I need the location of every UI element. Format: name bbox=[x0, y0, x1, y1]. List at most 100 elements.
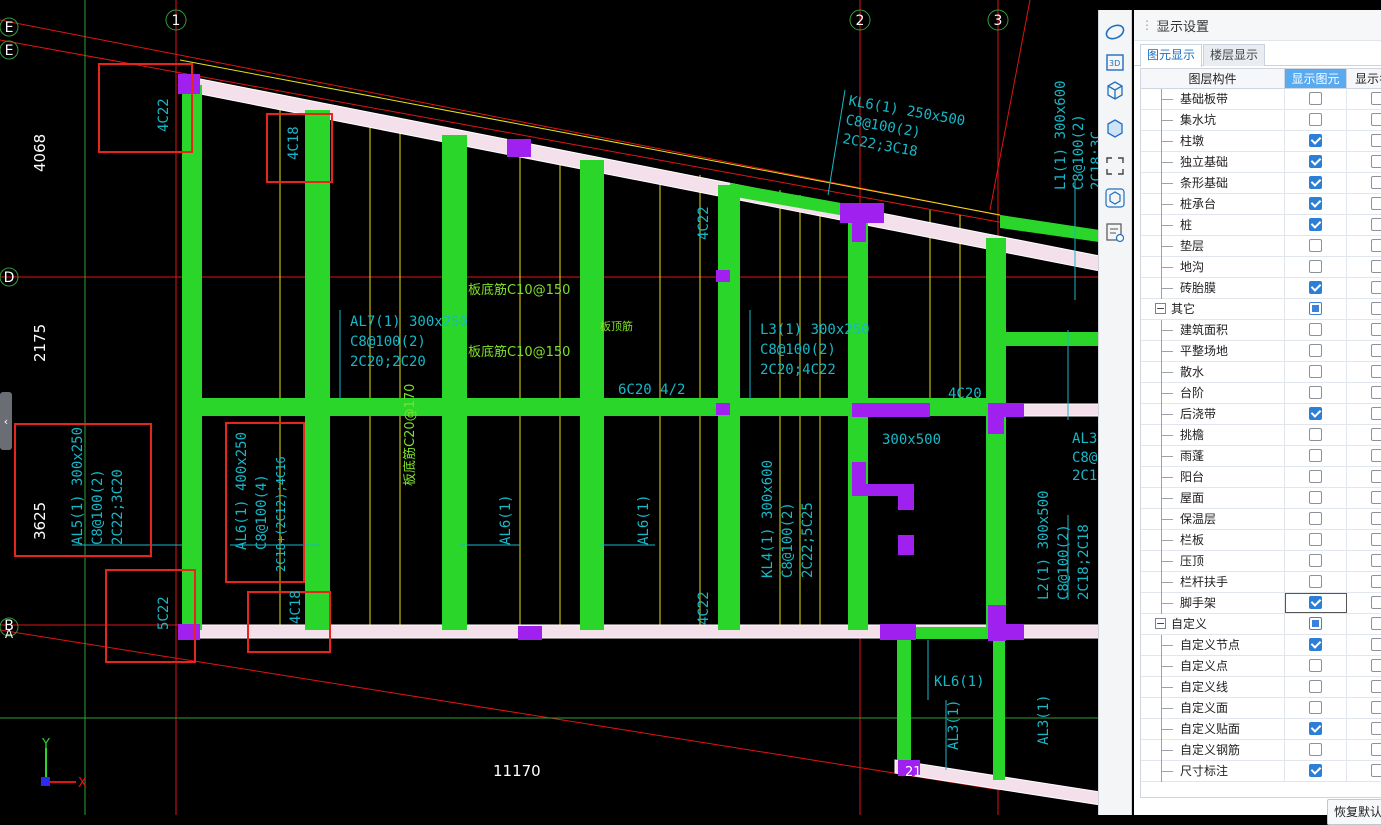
layer-row[interactable]: 独立基础 bbox=[1141, 152, 1381, 173]
cube-solid-icon[interactable] bbox=[1103, 116, 1127, 140]
show-name-checkbox[interactable] bbox=[1371, 638, 1381, 651]
show-element-checkbox[interactable] bbox=[1309, 764, 1322, 777]
show-element-checkbox[interactable] bbox=[1309, 449, 1322, 462]
layer-row[interactable]: 挑檐 bbox=[1141, 425, 1381, 446]
show-element-checkbox[interactable] bbox=[1309, 134, 1322, 147]
show-element-checkbox[interactable] bbox=[1309, 470, 1322, 483]
show-element-checkbox[interactable] bbox=[1309, 113, 1322, 126]
layer-row[interactable]: 桩 bbox=[1141, 215, 1381, 236]
layer-row[interactable]: 自定义线 bbox=[1141, 677, 1381, 698]
layer-row[interactable]: 集水坑 bbox=[1141, 110, 1381, 131]
layer-row[interactable]: 自定义点 bbox=[1141, 656, 1381, 677]
show-name-checkbox[interactable] bbox=[1371, 134, 1381, 147]
left-collapse-tab[interactable]: ‹ bbox=[0, 392, 12, 450]
show-name-checkbox[interactable] bbox=[1371, 722, 1381, 735]
show-element-checkbox[interactable] bbox=[1309, 428, 1322, 441]
tab-floor-display[interactable]: 楼层显示 bbox=[1203, 44, 1266, 66]
layer-row[interactable]: − 其它 bbox=[1141, 299, 1381, 320]
show-element-checkbox[interactable] bbox=[1309, 680, 1322, 693]
show-name-checkbox[interactable] bbox=[1371, 365, 1381, 378]
layer-row[interactable]: 阳台 bbox=[1141, 467, 1381, 488]
show-name-checkbox[interactable] bbox=[1371, 260, 1381, 273]
fullscreen-icon[interactable] bbox=[1103, 154, 1127, 178]
show-element-checkbox[interactable] bbox=[1309, 407, 1322, 420]
display-settings-icon[interactable] bbox=[1103, 220, 1127, 244]
show-name-checkbox[interactable] bbox=[1371, 302, 1381, 315]
show-element-checkbox[interactable] bbox=[1309, 365, 1322, 378]
show-element-checkbox[interactable] bbox=[1309, 575, 1322, 588]
show-name-checkbox[interactable] bbox=[1371, 113, 1381, 126]
view-ellipse-icon[interactable] bbox=[1103, 20, 1127, 44]
layer-row[interactable]: 自定义面 bbox=[1141, 698, 1381, 719]
layer-row[interactable]: 后浇带 bbox=[1141, 404, 1381, 425]
layer-row[interactable]: 雨蓬 bbox=[1141, 446, 1381, 467]
show-element-checkbox[interactable] bbox=[1309, 596, 1322, 609]
layer-row[interactable]: 屋面 bbox=[1141, 488, 1381, 509]
layer-row[interactable]: 脚手架 bbox=[1141, 593, 1381, 614]
show-element-checkbox[interactable] bbox=[1309, 323, 1322, 336]
collapse-icon[interactable]: − bbox=[1155, 618, 1166, 629]
show-name-checkbox[interactable] bbox=[1371, 386, 1381, 399]
show-name-checkbox[interactable] bbox=[1371, 680, 1381, 693]
show-element-checkbox[interactable] bbox=[1309, 743, 1322, 756]
show-name-checkbox[interactable] bbox=[1371, 701, 1381, 714]
show-element-checkbox[interactable] bbox=[1309, 554, 1322, 567]
show-element-checkbox[interactable] bbox=[1309, 239, 1322, 252]
layer-row[interactable]: 自定义钢筋 bbox=[1141, 740, 1381, 761]
col-header-show-element[interactable]: 显示图元 bbox=[1285, 69, 1347, 89]
col-header-layer[interactable]: 图层构件 bbox=[1141, 69, 1285, 89]
layer-row[interactable]: 自定义节点 bbox=[1141, 635, 1381, 656]
layer-row[interactable]: 砖胎膜 bbox=[1141, 278, 1381, 299]
layer-row[interactable]: 建筑面积 bbox=[1141, 320, 1381, 341]
layer-row[interactable]: 基础板带 bbox=[1141, 89, 1381, 110]
show-name-checkbox[interactable] bbox=[1371, 323, 1381, 336]
show-element-checkbox[interactable] bbox=[1309, 155, 1322, 168]
layer-row[interactable]: 柱墩 bbox=[1141, 131, 1381, 152]
layer-row[interactable]: 条形基础 bbox=[1141, 173, 1381, 194]
show-name-checkbox[interactable] bbox=[1371, 428, 1381, 441]
show-element-checkbox[interactable] bbox=[1309, 617, 1322, 630]
layer-row[interactable]: 尺寸标注 bbox=[1141, 761, 1381, 782]
show-name-checkbox[interactable] bbox=[1371, 470, 1381, 483]
layer-row[interactable]: 垫层 bbox=[1141, 236, 1381, 257]
layer-row[interactable]: 平整场地 bbox=[1141, 341, 1381, 362]
show-name-checkbox[interactable] bbox=[1371, 764, 1381, 777]
show-element-checkbox[interactable] bbox=[1309, 386, 1322, 399]
layer-row[interactable]: 台阶 bbox=[1141, 383, 1381, 404]
show-element-checkbox[interactable] bbox=[1309, 512, 1322, 525]
show-name-checkbox[interactable] bbox=[1371, 344, 1381, 357]
show-element-checkbox[interactable] bbox=[1309, 218, 1322, 231]
show-name-checkbox[interactable] bbox=[1371, 218, 1381, 231]
drawing-svg[interactable]: 1 2 3 E E D B A D 4068 2175 3625 11170 4… bbox=[0, 0, 1098, 815]
show-name-checkbox[interactable] bbox=[1371, 575, 1381, 588]
show-name-checkbox[interactable] bbox=[1371, 239, 1381, 252]
layer-row[interactable]: 栏板 bbox=[1141, 530, 1381, 551]
show-element-checkbox[interactable] bbox=[1309, 722, 1322, 735]
show-element-checkbox[interactable] bbox=[1309, 92, 1322, 105]
drag-grip-icon[interactable]: ⋮⋮ bbox=[1141, 18, 1164, 32]
layer-row[interactable]: 散水 bbox=[1141, 362, 1381, 383]
show-element-checkbox[interactable] bbox=[1309, 260, 1322, 273]
tab-element-display[interactable]: 图元显示 bbox=[1140, 44, 1203, 67]
show-name-checkbox[interactable] bbox=[1371, 155, 1381, 168]
show-element-checkbox[interactable] bbox=[1309, 197, 1322, 210]
layer-row[interactable]: 地沟 bbox=[1141, 257, 1381, 278]
show-name-checkbox[interactable] bbox=[1371, 617, 1381, 630]
component-icon[interactable] bbox=[1103, 186, 1127, 210]
col-header-show-name[interactable]: 显示名称 bbox=[1347, 69, 1381, 89]
show-name-checkbox[interactable] bbox=[1371, 281, 1381, 294]
layer-row[interactable]: 自定义贴面 bbox=[1141, 719, 1381, 740]
show-element-checkbox[interactable] bbox=[1309, 176, 1322, 189]
show-name-checkbox[interactable] bbox=[1371, 743, 1381, 756]
show-element-checkbox[interactable] bbox=[1309, 302, 1322, 315]
show-name-checkbox[interactable] bbox=[1371, 92, 1381, 105]
show-element-checkbox[interactable] bbox=[1309, 701, 1322, 714]
show-name-checkbox[interactable] bbox=[1371, 659, 1381, 672]
show-element-checkbox[interactable] bbox=[1309, 533, 1322, 546]
layer-row[interactable]: 桩承台 bbox=[1141, 194, 1381, 215]
show-name-checkbox[interactable] bbox=[1371, 533, 1381, 546]
show-name-checkbox[interactable] bbox=[1371, 554, 1381, 567]
show-name-checkbox[interactable] bbox=[1371, 596, 1381, 609]
show-name-checkbox[interactable] bbox=[1371, 491, 1381, 504]
cad-canvas[interactable]: 1 2 3 E E D B A D 4068 2175 3625 11170 4… bbox=[0, 0, 1098, 815]
